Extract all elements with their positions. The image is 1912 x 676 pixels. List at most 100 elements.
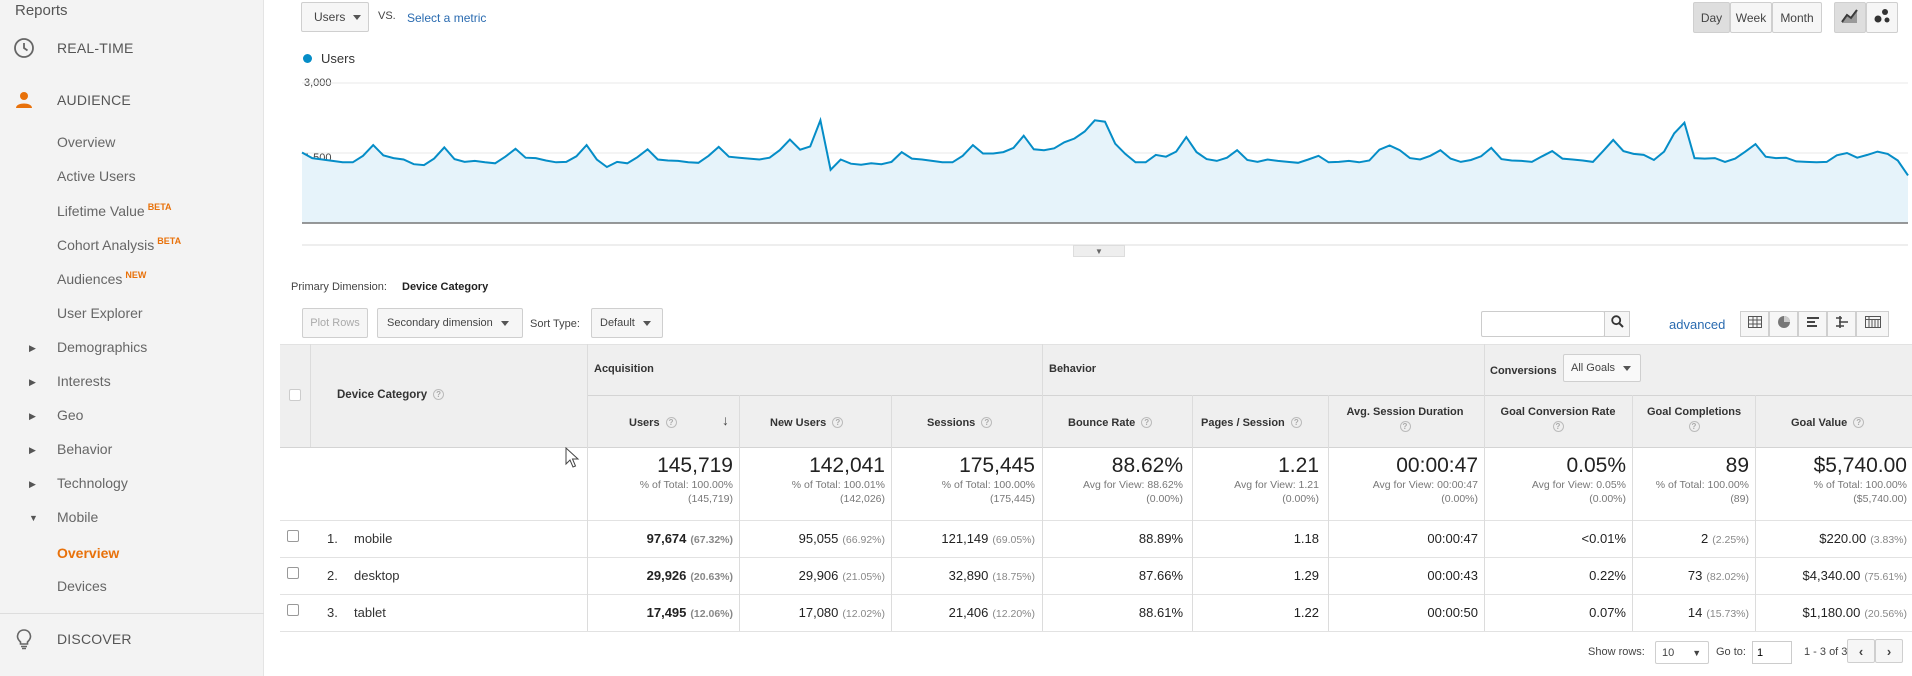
goto-input[interactable]	[1752, 641, 1792, 664]
total-subtext: % of Total: 100.01%	[791, 479, 885, 491]
row-device-link[interactable]: desktop	[354, 568, 400, 583]
grid-icon	[1747, 315, 1762, 333]
divider	[280, 520, 1912, 521]
advanced-link[interactable]: advanced	[1669, 317, 1725, 332]
sidebar-item-audiences[interactable]: Audiences NEW	[57, 270, 146, 287]
pie-view-button[interactable]	[1769, 311, 1798, 337]
column-header-pages-session[interactable]: Pages / Session?	[1201, 417, 1302, 429]
cell-value: 17,080	[798, 605, 839, 620]
performance-view-button[interactable]	[1798, 311, 1827, 337]
expand-arrow-icon[interactable]: ▶	[29, 411, 36, 422]
prev-page-button[interactable]: ‹	[1847, 639, 1875, 663]
column-header-goal-conversion-rate[interactable]: Goal Conversion Rate?	[1490, 406, 1626, 433]
cell-bounce: 88.61%	[1038, 605, 1183, 620]
comparison-view-button[interactable]	[1827, 311, 1856, 337]
goto-label: Go to:	[1716, 646, 1746, 658]
divider	[739, 395, 740, 631]
sort-descending-icon[interactable]: ↓	[722, 412, 729, 428]
sidebar-item-technology[interactable]: Technology	[57, 475, 128, 491]
help-icon[interactable]: ?	[1399, 421, 1411, 432]
cell-value: $220.00	[1819, 531, 1867, 546]
cell-percent: (15.73%)	[1706, 608, 1749, 620]
chart-resize-handle[interactable]: ▼	[1073, 245, 1125, 257]
row-device-link[interactable]: tablet	[354, 605, 386, 620]
secondary-dimension-select[interactable]: Secondary dimension	[377, 308, 523, 338]
column-header-sessions[interactable]: Sessions?	[927, 417, 993, 429]
sort-type-select[interactable]: Default	[591, 308, 663, 338]
help-icon[interactable]: ?	[832, 417, 844, 428]
secondary-dimension-label: Secondary dimension	[387, 317, 493, 329]
divider	[280, 447, 1912, 448]
search-button[interactable]	[1604, 311, 1630, 337]
collapse-arrow-icon[interactable]: ▼	[29, 513, 38, 523]
expand-arrow-icon[interactable]: ▶	[29, 445, 36, 456]
all-goals-select[interactable]: All Goals	[1563, 354, 1641, 382]
divider	[280, 631, 1912, 632]
row-checkbox[interactable]	[287, 530, 299, 542]
cell-percent: (12.06%)	[690, 608, 733, 620]
cell-value: $4,340.00	[1802, 568, 1861, 583]
select-all-checkbox[interactable]	[289, 389, 301, 401]
column-header-new-users[interactable]: New Users?	[770, 417, 844, 429]
total-avg-session-duration: 00:00:47 Avg for View: 00:00:47 (0.00%)	[1333, 454, 1478, 506]
column-header-goal-value[interactable]: Goal Value?	[1791, 417, 1865, 429]
dimension-header[interactable]: Device Category?	[337, 389, 445, 401]
cell-duration: 00:00:43	[1333, 568, 1478, 583]
divider	[587, 395, 1912, 396]
help-icon[interactable]: ?	[665, 417, 677, 428]
next-page-button[interactable]: ›	[1875, 639, 1903, 663]
help-icon[interactable]: ?	[981, 417, 993, 428]
row-checkbox[interactable]	[287, 604, 299, 616]
cell-value: 1.22	[1293, 605, 1319, 620]
group-acquisition: Acquisition	[594, 363, 654, 375]
column-header-bounce-rate[interactable]: Bounce Rate?	[1068, 417, 1153, 429]
show-rows-value: 10	[1662, 646, 1675, 659]
expand-arrow-icon[interactable]: ▶	[29, 377, 36, 388]
users-line-chart	[301, 82, 1909, 246]
help-icon[interactable]: ?	[1688, 421, 1700, 432]
sidebar-item-user-explorer[interactable]: User Explorer	[57, 305, 143, 321]
cell-percent: (20.56%)	[1864, 608, 1907, 620]
pivot-icon	[1864, 315, 1881, 333]
cell-value: $4,340.00 (75.61%)	[1762, 568, 1907, 583]
chevron-left-icon: ‹	[1858, 643, 1864, 659]
show-rows-select[interactable]: 10 ▼	[1655, 641, 1709, 664]
plot-rows-button[interactable]: Plot Rows	[302, 308, 368, 338]
help-icon[interactable]: ?	[1290, 417, 1302, 428]
cell-value: 1.29	[1293, 568, 1319, 583]
expand-arrow-icon[interactable]: ▶	[29, 479, 36, 490]
sidebar-item-mobile[interactable]: Mobile	[57, 509, 98, 525]
group-behavior: Behavior	[1049, 363, 1097, 375]
table-view-button[interactable]	[1740, 311, 1769, 337]
sidebar-item-behavior[interactable]: Behavior	[57, 441, 112, 457]
table-search-input[interactable]	[1481, 311, 1605, 337]
cell-new-users: 95,055 (66.92%)	[740, 531, 885, 546]
sidebar-item-geo[interactable]: Geo	[57, 407, 83, 423]
expand-arrow-icon[interactable]: ▶	[29, 343, 36, 354]
column-header-users[interactable]: Users?	[629, 417, 677, 429]
primary-dimension-value[interactable]: Device Category	[402, 281, 488, 293]
sidebar-item-discover[interactable]: DISCOVER	[0, 619, 264, 659]
help-icon[interactable]: ?	[1552, 421, 1564, 432]
sidebar-item-mobile-overview[interactable]: Overview	[57, 545, 119, 561]
sort-type-label: Sort Type:	[530, 318, 580, 330]
sidebar-item-devices[interactable]: Devices	[57, 578, 107, 594]
sidebar-item-demographics[interactable]: Demographics	[57, 339, 147, 355]
cell-pages: 1.29	[1174, 568, 1319, 583]
column-header-avg-session-duration[interactable]: Avg. Session Duration?	[1346, 406, 1464, 433]
total-subtext: (142,026)	[840, 493, 885, 505]
row-device-link[interactable]: mobile	[354, 531, 392, 546]
sidebar-item-interests[interactable]: Interests	[57, 373, 111, 389]
help-icon[interactable]: ?	[1141, 417, 1153, 428]
help-icon[interactable]: ?	[1853, 417, 1865, 428]
cell-percent: (69.05%)	[992, 534, 1035, 546]
cell-sessions: 21,406 (12.20%)	[890, 605, 1035, 620]
column-header-goal-completions[interactable]: Goal Completions?	[1638, 406, 1750, 433]
cell-value: 73	[1687, 568, 1703, 583]
pivot-view-button[interactable]	[1856, 311, 1889, 337]
sort-type-value: Default	[600, 317, 635, 329]
row-checkbox[interactable]	[287, 567, 299, 579]
cell-value: 00:00:50	[1427, 605, 1478, 620]
divider	[1328, 395, 1329, 631]
help-icon[interactable]: ?	[433, 389, 445, 400]
